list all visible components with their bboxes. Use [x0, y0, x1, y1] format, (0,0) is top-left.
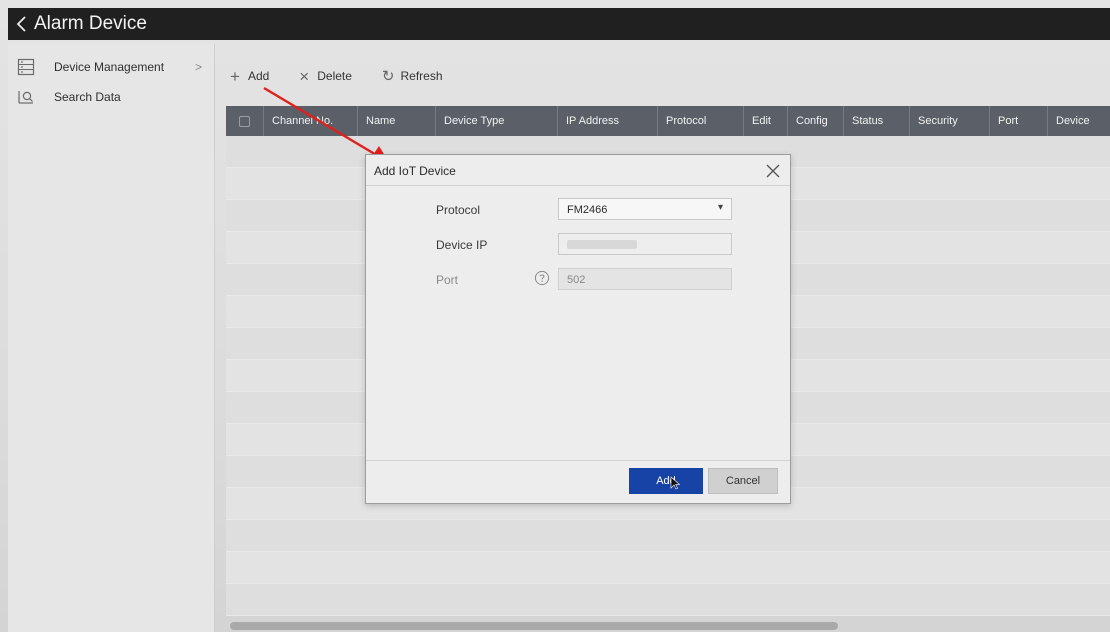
horizontal-scrollbar[interactable] — [230, 622, 838, 630]
cancel-button[interactable]: Cancel — [708, 468, 778, 494]
port-label: Port — [436, 273, 459, 287]
column-header-device[interactable]: Device — [1048, 106, 1110, 136]
table-row — [226, 552, 1110, 584]
back-button[interactable] — [8, 8, 34, 40]
sidebar-item-label: Search Data — [54, 90, 121, 104]
toolbar: + Add × Delete ↻ Refresh — [220, 62, 473, 90]
protocol-value: FM2466 — [567, 204, 608, 216]
add-iot-device-dialog: Add IoT Device Protocol FM2466 ▾ Device … — [365, 154, 791, 504]
column-header-status[interactable]: Status — [844, 106, 910, 136]
search-data-icon — [16, 87, 36, 107]
port-field[interactable]: 502 — [558, 268, 732, 290]
dialog-title: Add IoT Device — [374, 164, 456, 178]
protocol-label: Protocol — [436, 203, 481, 217]
port-value: 502 — [567, 274, 586, 286]
column-header-name[interactable]: Name — [358, 106, 436, 136]
delete-label: Delete — [317, 69, 352, 83]
sidebar-item-search-data[interactable]: Search Data — [8, 82, 214, 112]
plus-icon: + — [230, 66, 240, 86]
delete-button[interactable]: × Delete — [299, 68, 352, 85]
page-title: Alarm Device — [34, 13, 147, 34]
column-header-config[interactable]: Config — [788, 106, 844, 136]
close-icon: × — [299, 66, 310, 86]
port-row: Port 502 — [366, 268, 790, 292]
checkbox-icon — [239, 115, 250, 127]
column-header-protocol[interactable]: Protocol — [658, 106, 744, 136]
protocol-row: Protocol FM2466 ▾ — [366, 198, 790, 222]
device-ip-row: Device IP — [366, 233, 790, 257]
help-icon[interactable] — [534, 270, 552, 288]
chevron-left-icon — [16, 16, 26, 32]
refresh-button[interactable]: ↻ Refresh — [382, 69, 443, 84]
refresh-label: Refresh — [400, 69, 443, 83]
select-all-checkbox[interactable] — [226, 106, 264, 136]
dialog-footer: Add Cancel — [366, 460, 790, 503]
close-button[interactable] — [764, 162, 782, 180]
table-row — [226, 520, 1110, 552]
refresh-icon: ↻ — [381, 67, 395, 85]
add-label: Add — [247, 69, 270, 83]
sidebar: Device Management > Search Data — [8, 44, 215, 632]
device-ip-label: Device IP — [436, 238, 488, 252]
title-bar: Alarm Device — [8, 8, 1110, 40]
column-header-security[interactable]: Security — [910, 106, 990, 136]
alarm-device-screen: Alarm Device Device Management > Search … — [0, 0, 1110, 632]
chevron-down-icon: ▾ — [717, 202, 723, 213]
column-header-device-type[interactable]: Device Type — [436, 106, 558, 136]
close-icon — [766, 164, 780, 178]
sidebar-item-device-management[interactable]: Device Management > — [8, 52, 214, 82]
column-header-ip-address[interactable]: IP Address — [558, 106, 658, 136]
sidebar-item-label: Device Management — [54, 60, 165, 74]
column-header-port[interactable]: Port — [990, 106, 1048, 136]
protocol-select[interactable]: FM2466 ▾ — [558, 198, 732, 220]
add-confirm-button[interactable]: Add — [629, 468, 703, 494]
column-header-channel-no[interactable]: Channel No. — [264, 106, 358, 136]
dialog-header: Add IoT Device — [366, 155, 790, 186]
device-management-icon — [16, 57, 36, 77]
device-ip-value — [567, 240, 637, 249]
column-header-edit[interactable]: Edit — [744, 106, 788, 136]
table-row — [226, 584, 1110, 616]
device-ip-field[interactable] — [558, 233, 732, 255]
add-button[interactable]: + Add — [230, 68, 269, 85]
table-header: Channel No. Name Device Type IP Address … — [226, 106, 1110, 136]
chevron-right-icon: > — [194, 60, 202, 74]
